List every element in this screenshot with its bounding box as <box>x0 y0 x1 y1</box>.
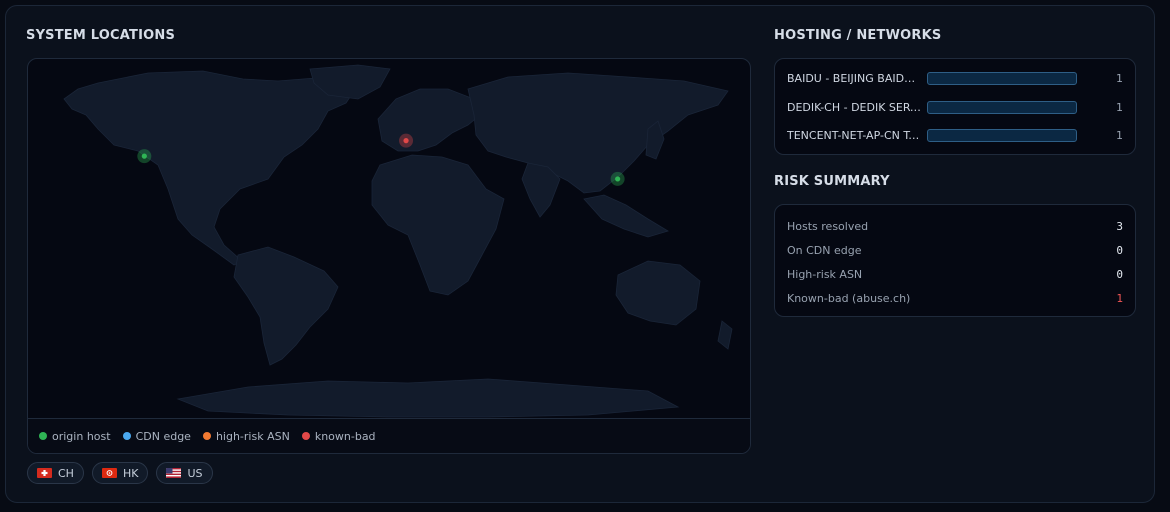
us-flag-icon <box>166 468 182 478</box>
legend-item-high-risk: high-risk ASN <box>202 429 290 443</box>
known-bad-dot-icon <box>301 432 310 440</box>
risk-row-cdn-edge: On CDN edge 0 <box>787 241 1123 259</box>
risk-value: 0 <box>1116 243 1123 257</box>
network-row[interactable]: BAIDU - BEIJING BAIDU NETCOM SCIENCE AND… <box>787 68 1123 88</box>
origin-location-marker[interactable] <box>141 153 147 159</box>
risk-value: 3 <box>1116 219 1123 233</box>
network-bar <box>927 71 1077 85</box>
risk-value: 1 <box>1116 291 1123 305</box>
continents <box>63 64 733 418</box>
risk-label: On CDN edge <box>787 243 862 257</box>
legend-item-known-bad: known-bad <box>301 429 376 443</box>
europe-shape <box>377 88 481 152</box>
risk-label: High-risk ASN <box>787 267 863 281</box>
country-chip-us[interactable]: US <box>156 462 213 484</box>
legend-label: CDN edge <box>135 429 191 443</box>
world-map-card: origin host CDN edge high-risk ASN known… <box>27 58 751 454</box>
risk-row-hosts-resolved: Hosts resolved 3 <box>787 217 1123 235</box>
map-legend: origin host CDN edge high-risk ASN known… <box>28 418 750 453</box>
network-count: 1 <box>1116 100 1123 114</box>
hosting-card: BAIDU - BEIJING BAIDU NETCOM SCIENCE AND… <box>774 58 1136 155</box>
risk-value: 0 <box>1116 267 1123 281</box>
known_bad-location-marker[interactable] <box>403 138 409 144</box>
se-asia-shape <box>583 194 669 238</box>
network-name: DEDIK-CH - DEDIK SERVICES LIMITED <box>787 100 923 114</box>
legend-item-origin: origin host <box>39 430 111 443</box>
locations-title: SYSTEM LOCATIONS <box>26 28 176 43</box>
country-chip-hk[interactable]: HK <box>91 462 149 484</box>
risk-label: Hosts resolved <box>787 219 869 233</box>
network-bar <box>927 128 1077 142</box>
network-bar <box>927 100 1077 114</box>
network-count: 1 <box>1116 71 1123 85</box>
country-code: HK <box>122 466 139 480</box>
country-chips: CH HK US <box>27 462 213 484</box>
legend-label: origin host <box>52 429 111 443</box>
asia-shape <box>467 72 729 194</box>
south-america-shape <box>233 246 339 366</box>
north-america-shape <box>63 70 359 266</box>
origin-dot-icon <box>39 432 47 440</box>
dashboard-panel: SYSTEM LOCATIONS origin host CDN edge hi… <box>5 5 1155 503</box>
hosting-title: HOSTING / NETWORKS <box>774 28 942 43</box>
world-map[interactable] <box>28 59 750 419</box>
network-row[interactable]: DEDIK-CH - DEDIK SERVICES LIMITED 1 <box>787 97 1123 117</box>
risk-row-known-bad: Known-bad (abuse.ch) 1 <box>787 289 1123 307</box>
ch-flag-icon <box>37 468 52 478</box>
high-risk-dot-icon <box>202 432 211 440</box>
hk-flag-icon <box>101 468 117 478</box>
risk-row-high-risk-asn: High-risk ASN 0 <box>787 265 1123 283</box>
cdn-dot-icon <box>122 432 131 440</box>
risk-summary-card: Hosts resolved 3 On CDN edge 0 High-risk… <box>774 204 1136 317</box>
country-code: CH <box>58 466 74 480</box>
legend-item-cdn: CDN edge <box>122 429 191 443</box>
legend-label: high-risk ASN <box>215 429 290 443</box>
network-count: 1 <box>1116 128 1123 142</box>
legend-label: known-bad <box>314 429 376 443</box>
network-row[interactable]: TENCENT-NET-AP-CN Tencent Building 1 <box>787 125 1123 145</box>
network-name: BAIDU - BEIJING BAIDU NETCOM SCIENCE AND… <box>787 71 923 85</box>
antarctica-shape <box>176 378 680 418</box>
country-code: US <box>187 466 203 480</box>
network-name: TENCENT-NET-AP-CN Tencent Building <box>787 128 923 142</box>
origin-location-marker[interactable] <box>615 176 621 182</box>
africa-shape <box>371 154 505 296</box>
risk-label: Known-bad (abuse.ch) <box>787 291 911 305</box>
risk-title: RISK SUMMARY <box>774 174 890 189</box>
new-zealand-shape <box>717 320 733 350</box>
country-chip-ch[interactable]: CH <box>27 462 84 484</box>
australia-shape <box>615 260 701 326</box>
